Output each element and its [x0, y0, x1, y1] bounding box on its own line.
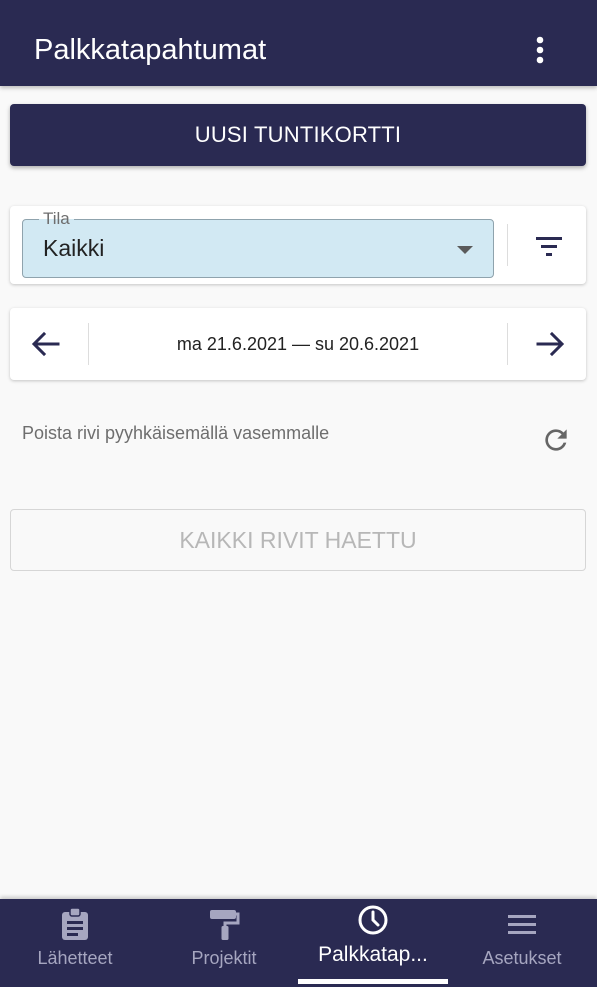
refresh-icon[interactable]	[540, 424, 572, 456]
arrow-right-icon[interactable]	[532, 326, 568, 362]
nav-item-asetukset[interactable]: Asetukset	[447, 899, 597, 983]
nav-item-label: Projektit	[191, 948, 257, 968]
date-range-label: ma 21.6.2021 — su 20.6.2021	[176, 334, 420, 354]
status-select-label: Tila	[39, 209, 74, 229]
nav-item-palkkatapahtumat[interactable]: Palkkatap...	[298, 899, 448, 984]
menu-icon	[505, 907, 539, 941]
app-bar: Palkkatapahtumat	[0, 0, 597, 86]
new-timecard-button[interactable]: UUSI TUNTIKORTTI	[10, 104, 586, 166]
nav-item-label: Asetukset	[482, 948, 562, 968]
clipboard-icon	[58, 907, 92, 941]
nav-item-lahetteet[interactable]: Lähetteet	[0, 899, 150, 983]
filter-list-icon[interactable]	[532, 229, 566, 263]
nav-item-projektit[interactable]: Projektit	[149, 899, 299, 983]
more-vert-icon[interactable]	[524, 30, 556, 70]
divider	[507, 323, 508, 365]
active-tab-indicator	[298, 979, 448, 984]
page-title: Palkkatapahtumat	[34, 34, 267, 66]
paint-roller-icon	[207, 907, 241, 941]
arrow-left-icon[interactable]	[28, 326, 64, 362]
divider	[88, 323, 89, 365]
date-range-card: ma 21.6.2021 — su 20.6.2021	[10, 308, 586, 380]
clock-icon	[356, 903, 390, 937]
all-rows-fetched-button[interactable]: KAIKKI RIVIT HAETTU	[10, 509, 586, 571]
status-select-value: Kaikki	[43, 235, 105, 261]
nav-item-label: Palkkatap...	[318, 943, 428, 966]
nav-item-label: Lähetteet	[37, 948, 113, 968]
status-select[interactable]: Tila Kaikki	[22, 209, 494, 278]
swipe-hint-text: Poista rivi pyyhkäisemällä vasemmalle	[22, 423, 330, 443]
bottom-navigation: Lähetteet Projektit Palkkatap... Asetuks…	[0, 899, 597, 987]
divider	[507, 224, 508, 266]
caret-down-icon	[457, 246, 473, 254]
status-filter-card: Tila Kaikki	[10, 206, 586, 284]
